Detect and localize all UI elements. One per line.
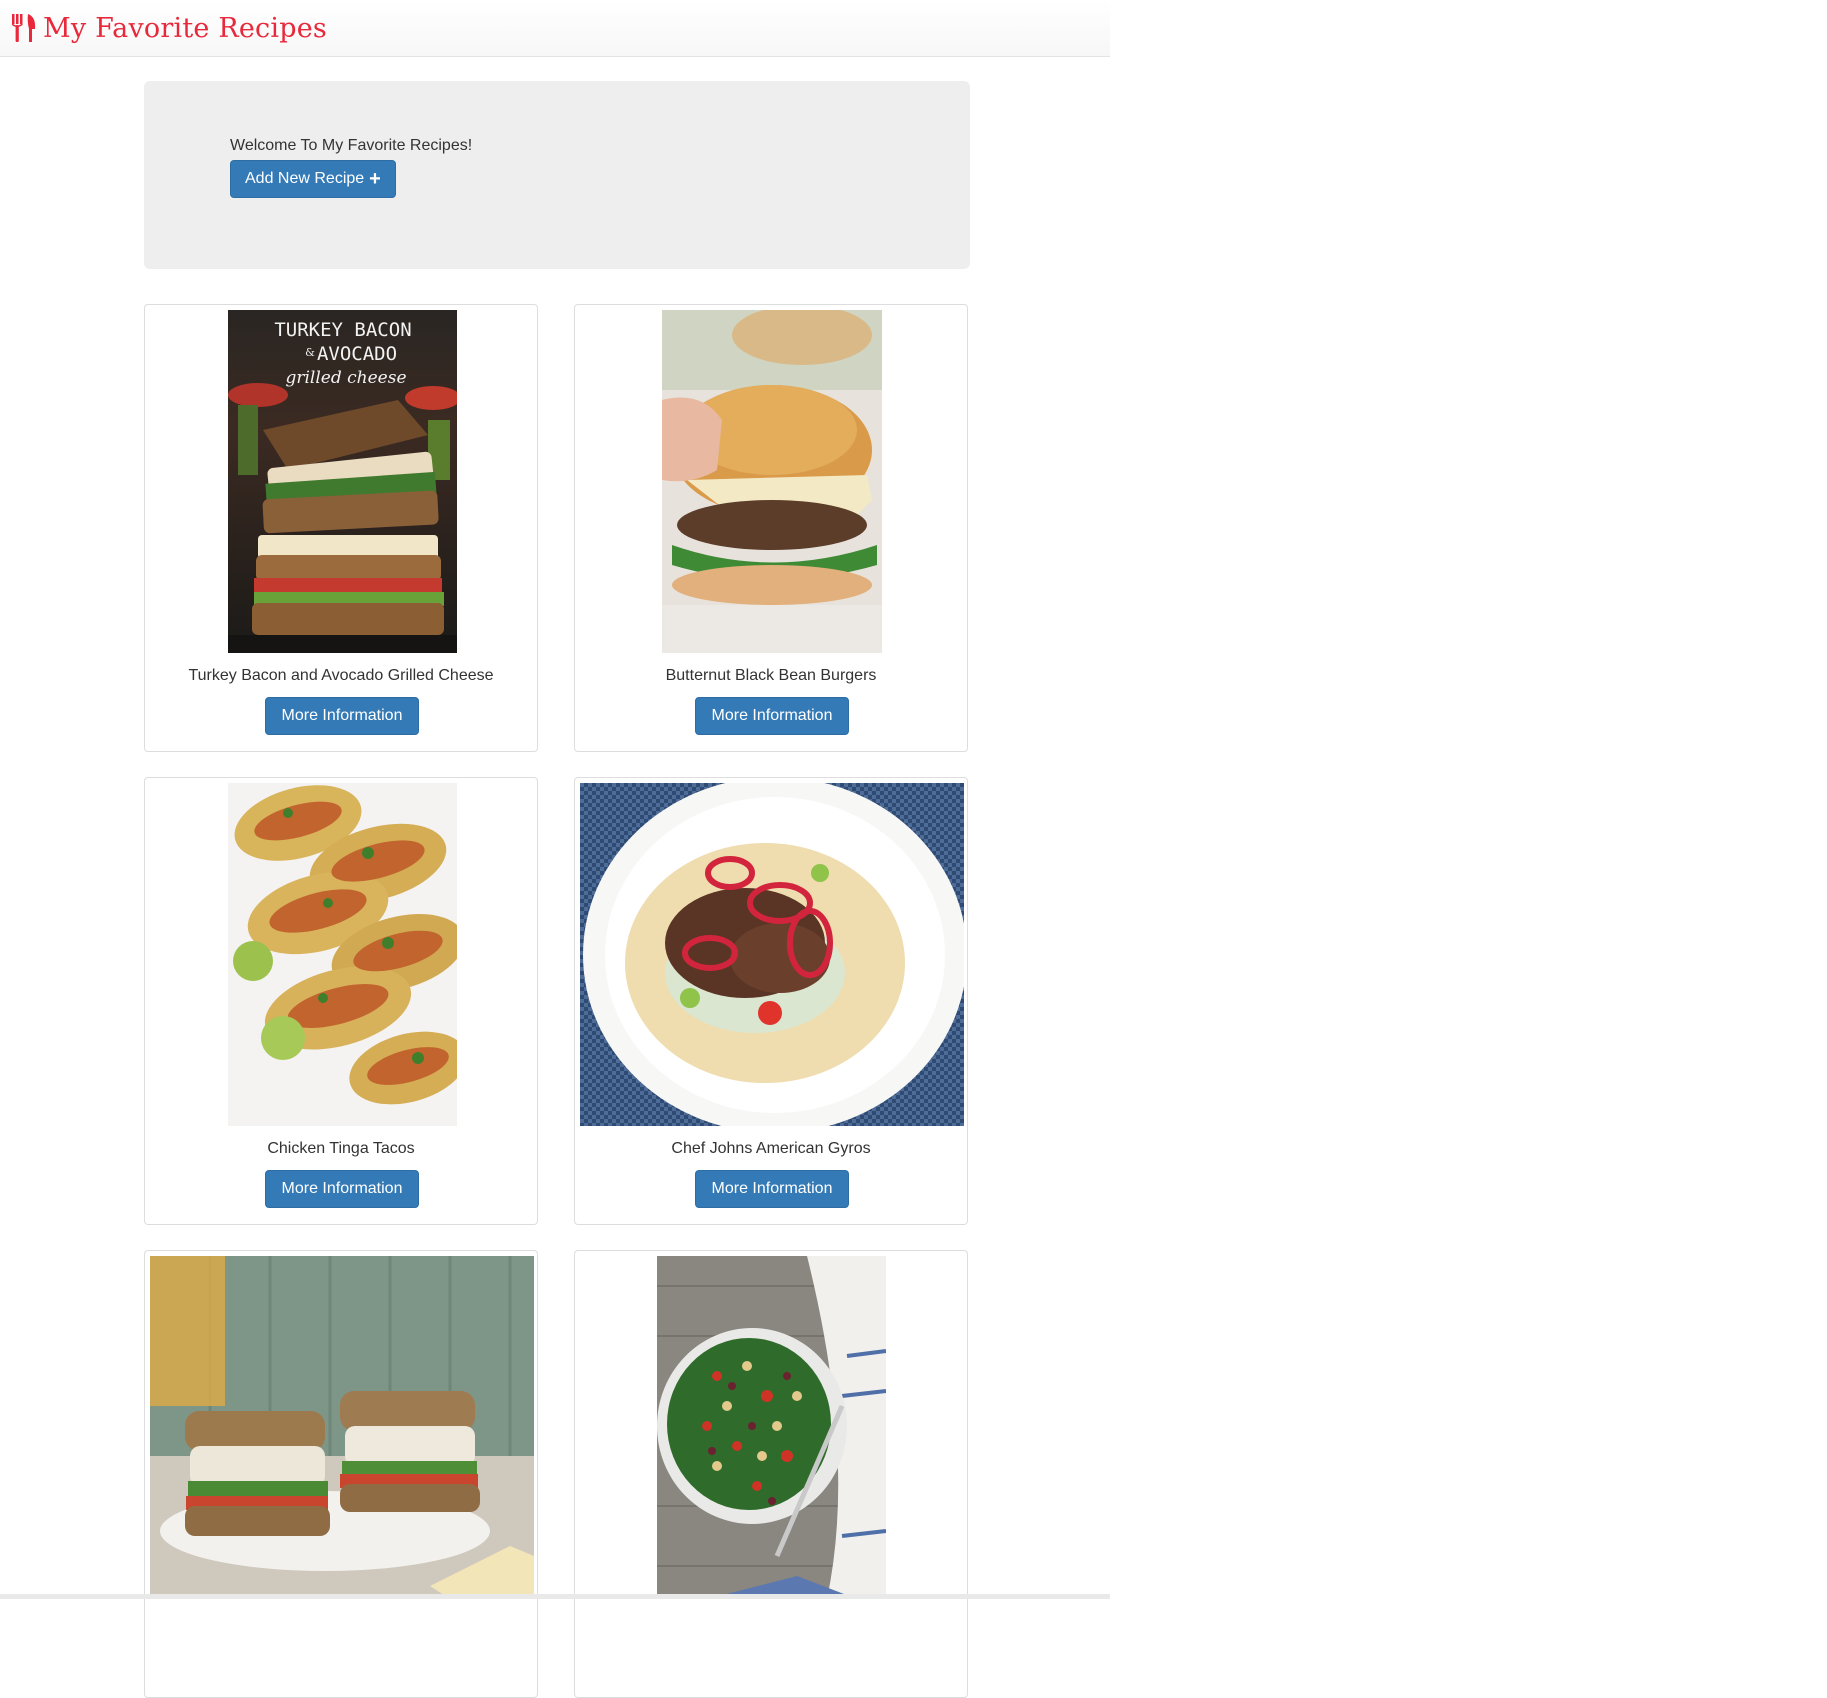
recipe-title: Chicken Tinga Tacos	[267, 1140, 415, 1157]
image-caption-line2: &	[305, 346, 315, 359]
utensils-icon	[12, 14, 36, 42]
brand-link[interactable]: My Favorite Recipes	[11, 13, 327, 44]
recipe-title: Turkey Bacon and Avocado Grilled Cheese	[188, 667, 494, 684]
recipe-photo-tacos	[228, 783, 457, 1126]
recipe-title: Butternut Black Bean Burgers	[665, 667, 877, 684]
add-new-recipe-label: Add New Recipe	[245, 170, 365, 187]
recipe-photo-chicken-salad-sandwich	[150, 1256, 534, 1599]
recipe-card: Chef Johns American Gyros More Informati…	[574, 777, 968, 1225]
more-information-button[interactable]: More Information	[695, 697, 849, 735]
more-information-button[interactable]: More Information	[265, 1170, 419, 1208]
sandwich-stack	[252, 400, 444, 635]
more-information-button[interactable]: More Information	[265, 697, 419, 735]
bottom-scroll-edge	[0, 1594, 1110, 1599]
app-window: My Favorite Recipes Welcome To My Favori…	[0, 0, 1110, 1698]
welcome-text: Welcome To My Favorite Recipes!	[230, 137, 473, 154]
recipe-photo-gyros	[580, 783, 964, 1126]
add-new-recipe-button[interactable]: Add New Recipe +	[230, 160, 396, 198]
plus-icon: +	[369, 168, 381, 190]
brand-title: My Favorite Recipes	[43, 12, 327, 44]
recipe-photo-burger	[662, 310, 882, 653]
recipe-card	[574, 1250, 968, 1698]
image-caption-line4: grilled cheese	[285, 368, 406, 388]
navbar: My Favorite Recipes	[0, 0, 1110, 57]
recipe-card: TURKEY BACON & AVOCADO grilled cheese Tu…	[144, 304, 538, 752]
recipe-photo-bean-salad	[657, 1256, 886, 1599]
recipe-photo-grilled-cheese: TURKEY BACON & AVOCADO grilled cheese	[228, 310, 457, 653]
recipe-card: Chicken Tinga Tacos More Information	[144, 777, 538, 1225]
more-information-button[interactable]: More Information	[695, 1170, 849, 1208]
recipe-title: Chef Johns American Gyros	[671, 1140, 871, 1157]
image-caption-line1: TURKEY BACON	[274, 319, 411, 341]
recipe-card	[144, 1250, 538, 1698]
recipe-card: Butternut Black Bean Burgers More Inform…	[574, 304, 968, 752]
image-caption-line3: AVOCADO	[317, 343, 397, 365]
welcome-jumbotron: Welcome To My Favorite Recipes! Add New …	[144, 81, 970, 269]
